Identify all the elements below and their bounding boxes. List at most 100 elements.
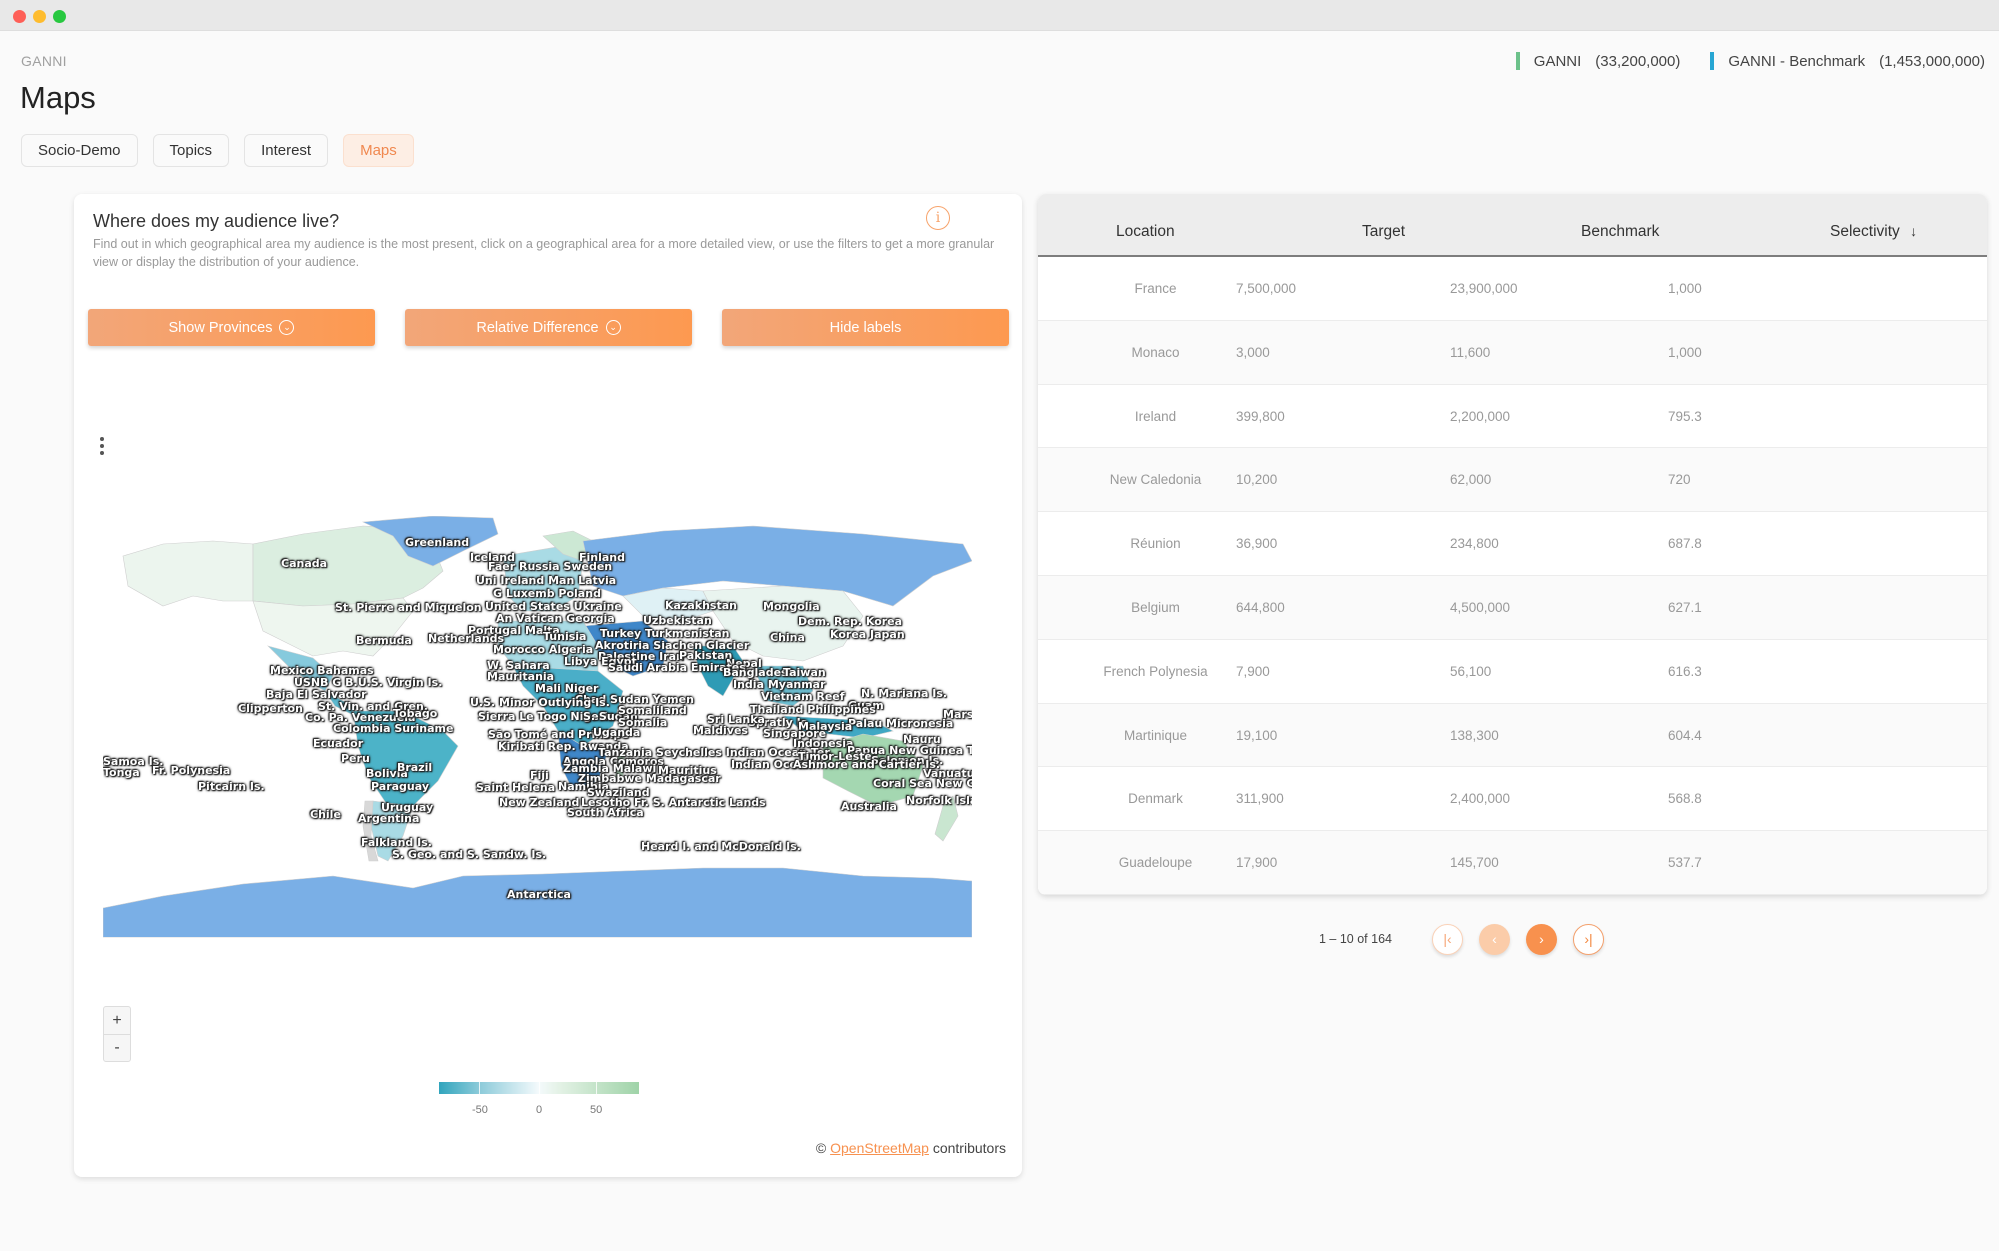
map-label[interactable]: Uni Ireland Man Latvia xyxy=(476,574,616,587)
last-page-button[interactable]: ›| xyxy=(1572,923,1604,955)
map-label[interactable]: Palau Micronesia xyxy=(848,717,953,730)
map-label[interactable]: Saint Helena xyxy=(476,781,555,794)
cell-target: 7,900 xyxy=(1236,663,1270,679)
map-label[interactable]: South Africa xyxy=(567,806,644,819)
zoom-out-button[interactable]: - xyxy=(104,1034,130,1061)
show-provinces-button[interactable]: Show Provinces ⌄ xyxy=(88,309,375,346)
table-row[interactable]: Denmark 311,900 2,400,000 568.8 xyxy=(1038,767,1987,832)
map-label[interactable]: Paraguay xyxy=(371,780,429,793)
close-window-button[interactable] xyxy=(13,10,26,23)
map-label[interactable]: St. Pierre and Miquelon xyxy=(335,601,482,614)
map-card-description: Find out in which geographical area my a… xyxy=(93,237,995,269)
colorbar-label-zero: 0 xyxy=(536,1104,543,1116)
openstreetmap-link[interactable]: OpenStreetMap xyxy=(830,1140,929,1156)
table-row[interactable]: French Polynesia 7,900 56,100 616.3 xyxy=(1038,639,1987,704)
world-map[interactable]: Greenland Canada Iceland Finland Faer Ru… xyxy=(103,516,972,938)
map-label[interactable]: Brazil xyxy=(397,761,432,774)
map-filter-buttons: Show Provinces ⌄ Relative Difference ⌄ H… xyxy=(88,309,1009,346)
map-label[interactable]: Tobago xyxy=(393,707,437,720)
next-page-button[interactable]: › xyxy=(1525,923,1557,955)
hide-labels-label: Hide labels xyxy=(829,319,902,336)
map-label[interactable]: Uganda xyxy=(593,726,640,739)
map-label[interactable]: Thailand Philippines xyxy=(750,703,876,716)
table-body: France 7,500,000 23,900,000 1,000 Monaco 3,00… xyxy=(1038,257,1987,895)
table-row[interactable]: Guadeloupe 17,900 145,700 537.7 xyxy=(1038,831,1987,895)
cell-selectivity: 1,000 xyxy=(1668,344,1702,360)
map-label[interactable]: Peru xyxy=(341,752,370,765)
brand-name: GANNI xyxy=(21,53,67,69)
map-label[interactable]: Vietnam Reef xyxy=(761,690,845,703)
table-row[interactable]: Ireland 399,800 2,200,000 795.3 xyxy=(1038,384,1987,449)
map-label[interactable]: Argentina xyxy=(358,812,419,825)
cell-target: 7,500,000 xyxy=(1236,281,1297,296)
map-label[interactable]: Heard I. and McDonald Is. xyxy=(641,840,801,853)
table-row[interactable]: Réunion 36,900 234,800 687.8 xyxy=(1038,512,1987,576)
map-label[interactable]: Clipperton xyxy=(238,702,303,715)
tab-interest[interactable]: Interest xyxy=(244,134,329,167)
map-label[interactable]: Tunisia xyxy=(543,630,586,643)
map-label[interactable]: Uzbekistan xyxy=(643,614,712,627)
maximize-window-button[interactable] xyxy=(53,10,66,23)
map-label[interactable]: Korea Japan xyxy=(830,628,905,641)
column-header-location[interactable]: Location xyxy=(1116,223,1175,241)
colorbar-tick xyxy=(539,1082,540,1094)
map-label[interactable]: Kazakhstan xyxy=(665,599,737,612)
map-label[interactable]: Greenland xyxy=(405,536,469,549)
map-label[interactable]: Faer Russia Sweden xyxy=(488,560,612,573)
map-label[interactable]: S. Geo. and S. Sandw. Is. xyxy=(392,848,546,861)
metric-select-button[interactable]: Relative Difference ⌄ xyxy=(405,309,692,346)
table-row[interactable]: Belgium 644,800 4,500,000 627.1 xyxy=(1038,575,1987,640)
map-label[interactable]: G Luxemb Poland xyxy=(493,587,601,600)
map-label[interactable]: Ashmore and Cartier Is. xyxy=(793,758,940,771)
column-header-selectivity[interactable]: Selectivity ↓ xyxy=(1830,223,1917,241)
table-row[interactable]: New Caledonia 10,200 62,000 720 xyxy=(1038,448,1987,513)
map-label[interactable]: Pitcairn Is. xyxy=(198,780,265,793)
map-label[interactable]: Dem. Rep. Korea xyxy=(798,615,902,628)
previous-page-button[interactable]: ‹ xyxy=(1478,923,1510,955)
chevron-right-icon: › xyxy=(1539,931,1544,947)
map-label[interactable]: Mongolia xyxy=(763,600,820,613)
info-icon[interactable]: i xyxy=(926,206,950,230)
table-row[interactable]: France 7,500,000 23,900,000 1,000 xyxy=(1038,257,1987,321)
map-label[interactable]: Canada xyxy=(281,557,327,570)
colorbar-label-pos: 50 xyxy=(590,1104,603,1116)
table-row[interactable]: Martinique 19,100 138,300 604.4 xyxy=(1038,703,1987,768)
tab-topics[interactable]: Topics xyxy=(152,134,230,167)
column-header-target[interactable]: Target xyxy=(1362,223,1405,241)
arrow-down-icon: ↓ xyxy=(1910,223,1918,239)
tab-maps[interactable]: Maps xyxy=(343,134,414,167)
map-label[interactable]: Chile xyxy=(310,808,341,821)
cell-target: 10,200 xyxy=(1236,472,1278,488)
tab-socio-demo[interactable]: Socio-Demo xyxy=(21,134,138,167)
cell-benchmark: 138,300 xyxy=(1450,727,1499,743)
map-label[interactable]: Norfolk Island xyxy=(906,794,972,807)
table-row[interactable]: Monaco 3,000 11,600 1,000 xyxy=(1038,320,1987,385)
region-antarctica[interactable] xyxy=(103,867,972,938)
region-alaska[interactable] xyxy=(122,540,254,607)
map-label[interactable]: Fr. Polynesia xyxy=(152,764,230,777)
map-label[interactable]: U.S. Minor Outlying Is. xyxy=(470,696,610,709)
map-label[interactable]: Antarctica xyxy=(507,888,571,901)
map-label[interactable]: Maldives xyxy=(693,724,748,737)
column-header-benchmark[interactable]: Benchmark xyxy=(1581,223,1659,241)
map-label[interactable]: Colombia Suriname xyxy=(333,722,453,735)
section-tabs: Socio-Demo Topics Interest Maps xyxy=(21,134,414,167)
more-options-icon[interactable] xyxy=(97,437,107,461)
cell-selectivity: 720 xyxy=(1668,472,1691,488)
map-label[interactable]: Bermuda xyxy=(356,634,412,647)
pagination-range: 1 – 10 of 164 xyxy=(1319,932,1392,946)
selectivity-header-label: Selectivity xyxy=(1830,223,1900,240)
zoom-in-button[interactable]: + xyxy=(104,1007,130,1034)
first-page-button[interactable]: |‹ xyxy=(1431,923,1463,955)
map-label[interactable]: Australia xyxy=(841,800,897,813)
hide-labels-button[interactable]: Hide labels xyxy=(722,309,1009,346)
map-label[interactable]: Tonga xyxy=(103,766,140,779)
minimize-window-button[interactable] xyxy=(33,10,46,23)
map-label[interactable]: Coral Sea New Caledonia xyxy=(873,777,972,790)
show-provinces-label: Show Provinces xyxy=(168,319,273,336)
cell-benchmark: 2,200,000 xyxy=(1450,408,1511,424)
cell-selectivity: 616.3 xyxy=(1668,663,1702,679)
colorbar-tick xyxy=(596,1082,597,1094)
map-label[interactable]: Ecuador xyxy=(313,737,363,750)
map-label[interactable]: China xyxy=(770,631,805,644)
